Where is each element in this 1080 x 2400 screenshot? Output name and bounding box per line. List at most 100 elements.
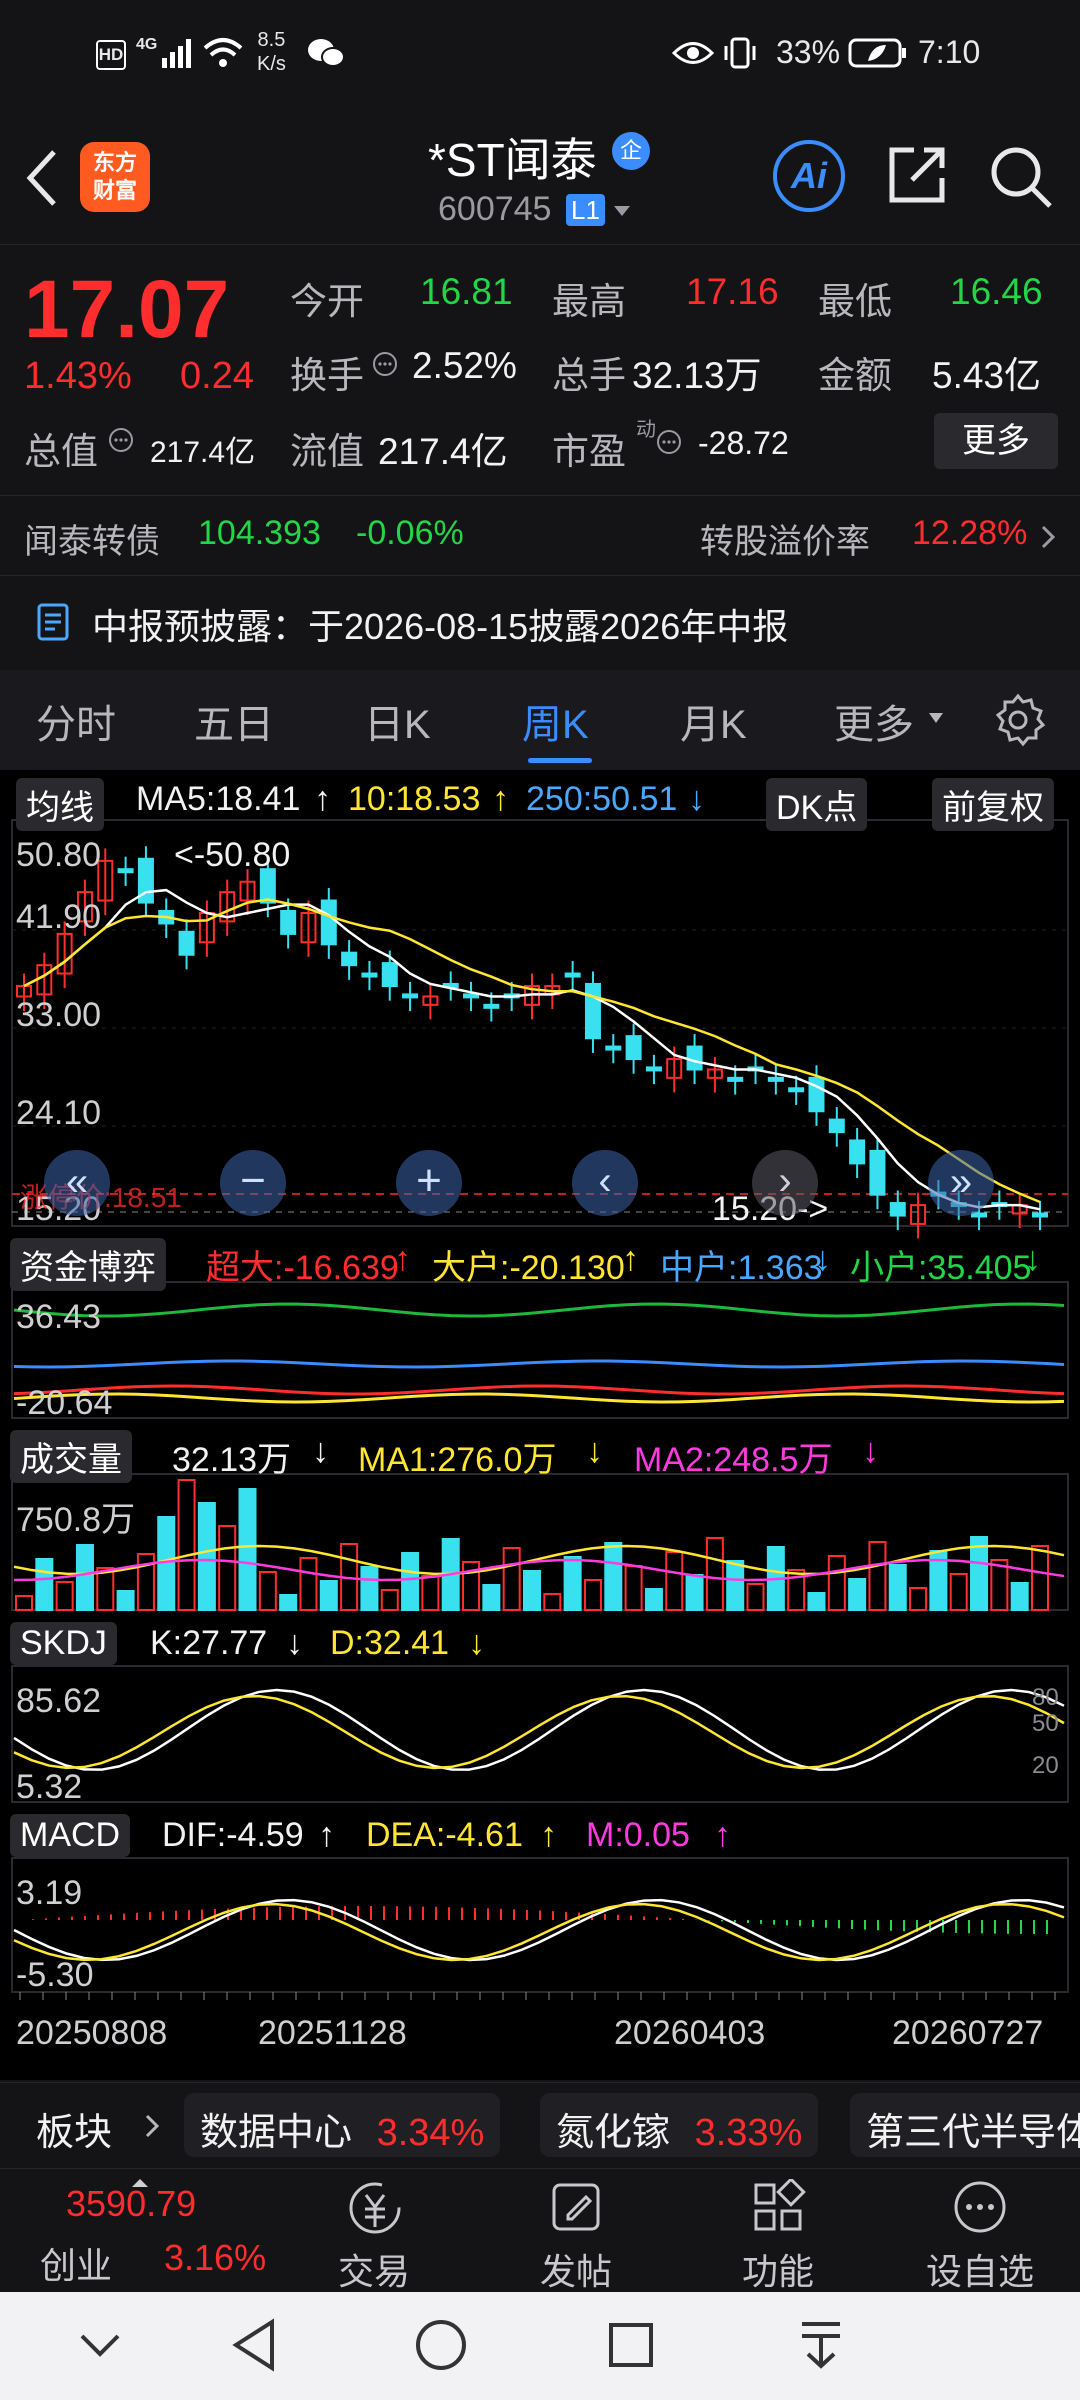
tab-more[interactable]: 更多 xyxy=(834,692,914,750)
notice-banner[interactable]: 中报预披露：于2026-08-15披露2026年中报 xyxy=(0,575,1080,667)
pe-value: -28.72 xyxy=(698,425,789,461)
stock-title[interactable]: *ST闻泰 xyxy=(428,124,597,190)
ai-button[interactable]: Ai xyxy=(773,140,845,212)
ma-selector[interactable]: 均线 xyxy=(16,778,104,831)
gear-icon[interactable] xyxy=(990,692,1046,748)
sector-item-pct: 3.34% xyxy=(376,2112,485,2154)
add-watchlist-button[interactable]: 设自选 xyxy=(880,2169,1080,2293)
ma10-line xyxy=(23,898,1041,1204)
more-button[interactable]: 更多 xyxy=(934,413,1058,469)
scroll-left-fast-button[interactable]: « xyxy=(44,1150,110,1216)
tab-five-day[interactable]: 五日 xyxy=(194,692,274,750)
date-label: 20251128 xyxy=(258,2014,407,2052)
date-label: 20260403 xyxy=(614,2014,766,2052)
info-icon[interactable] xyxy=(108,427,134,453)
macd-m-label: M:0.05 xyxy=(586,1816,690,1854)
skdj-k-label: K:27.77 xyxy=(150,1624,268,1662)
panel-frame xyxy=(11,819,1069,1227)
yuan-circle-icon xyxy=(349,2182,401,2234)
scroll-right-button[interactable]: › xyxy=(752,1150,818,1216)
total-mv-label: 总值 xyxy=(24,431,98,472)
macd-dif-line xyxy=(13,1898,1065,1962)
index-value[interactable]: 3590.79 xyxy=(66,2183,196,2225)
notice-text: 中报预披露：于2026-08-15披露2026年中报 xyxy=(92,606,789,647)
ma5-up-arrow: ↑ xyxy=(314,780,331,818)
skdj-level-label: 20 xyxy=(1032,1752,1059,1779)
volume-label: 32.13万 xyxy=(172,1441,292,1479)
adjust-button[interactable]: 前复权 xyxy=(932,778,1054,831)
bond-price: 104.393 xyxy=(198,514,321,552)
bond-name: 闻泰转债 xyxy=(24,523,160,561)
large-label: 大户:-20.130 xyxy=(432,1249,625,1287)
zoom-in-button[interactable]: + xyxy=(396,1150,462,1216)
tab-weekly[interactable]: 周K xyxy=(522,692,589,750)
post-button[interactable]: 发帖 xyxy=(476,2169,676,2293)
volume-bar xyxy=(482,1584,501,1611)
panel-frame xyxy=(11,1665,1069,1803)
fund-flow-selector[interactable]: 资金博弈 xyxy=(10,1238,166,1291)
system-nav-bar xyxy=(0,2292,1080,2400)
chevron-down-icon[interactable] xyxy=(612,204,632,218)
tab-monthly[interactable]: 月K xyxy=(680,692,747,750)
home-circle-icon[interactable] xyxy=(414,2318,468,2372)
ma5-line xyxy=(23,888,1041,1211)
index-pct[interactable]: 3.16% xyxy=(164,2237,266,2279)
sector-bar: 板块 数据中心 3.34% 氮化镓 3.33% 第三代半导体 xyxy=(0,2082,1080,2168)
sector-label[interactable]: 板块 xyxy=(36,2101,112,2156)
back-triangle-icon[interactable] xyxy=(230,2318,278,2372)
volume-bar xyxy=(258,1571,277,1611)
back-icon[interactable] xyxy=(22,148,62,208)
candle-body xyxy=(483,1003,500,1009)
function-button[interactable]: 功能 xyxy=(678,2169,878,2293)
premium-value: 12.28% xyxy=(912,514,1028,552)
volume-bar xyxy=(827,1555,846,1611)
fund-axis-label: -20.64 xyxy=(16,1384,113,1422)
brand-logo[interactable]: 东方 财富 xyxy=(80,142,150,212)
recents-square-icon[interactable] xyxy=(606,2320,656,2370)
level-badge[interactable]: L1 xyxy=(566,194,605,226)
scroll-left-button[interactable]: ‹ xyxy=(572,1150,638,1216)
volume-bar xyxy=(583,1579,602,1611)
scroll-right-fast-button[interactable]: » xyxy=(928,1150,994,1216)
trade-button[interactable]: 交易 xyxy=(274,2169,474,2293)
macd-dif-label: DIF:-4.59 xyxy=(162,1816,304,1854)
candle-body xyxy=(381,962,398,988)
fund-small-line xyxy=(13,1302,1065,1318)
collapse-icon[interactable] xyxy=(78,2326,122,2366)
edit-icon xyxy=(552,2183,600,2231)
sector-item[interactable]: 氮化镓 3.33% xyxy=(540,2093,819,2157)
search-icon[interactable] xyxy=(986,142,1056,212)
convertible-bond-row[interactable]: 闻泰转债 104.393 -0.06% 转股溢价率 12.28% xyxy=(0,495,1080,575)
chevron-down-icon[interactable] xyxy=(928,712,944,724)
volume-bar xyxy=(604,1542,623,1611)
info-icon[interactable] xyxy=(372,351,398,377)
skdj-selector[interactable]: SKDJ xyxy=(10,1622,117,1665)
candle-body xyxy=(402,993,419,999)
price-axis-label: 24.10 xyxy=(16,1094,102,1132)
volume-bar xyxy=(888,1564,907,1611)
ma10-label: 10:18.53 xyxy=(348,780,481,818)
turnover-value: 2.52% xyxy=(412,345,517,386)
kline-chart-svg[interactable] xyxy=(0,770,1080,2080)
download-icon[interactable] xyxy=(796,2318,846,2372)
tab-daily[interactable]: 日K xyxy=(364,692,431,750)
wifi-icon xyxy=(203,38,243,67)
eye-icon xyxy=(672,42,714,64)
volume-selector[interactable]: 成交量 xyxy=(10,1430,132,1483)
tab-intraday[interactable]: 分时 xyxy=(36,692,116,750)
volume-bar xyxy=(299,1557,318,1611)
macd-selector[interactable]: MACD xyxy=(10,1814,131,1857)
info-icon[interactable] xyxy=(656,429,682,455)
vol-ma1-arrow: ↓ xyxy=(586,1432,603,1470)
skdj-axis-label: 85.62 xyxy=(16,1682,102,1720)
dk-button[interactable]: DK点 xyxy=(766,778,868,831)
volume-bar xyxy=(116,1590,135,1611)
index-name[interactable]: 创业 xyxy=(40,2237,112,2289)
zoom-out-button[interactable]: − xyxy=(220,1150,286,1216)
volume-bar xyxy=(360,1566,379,1611)
kline-chart-area[interactable]: 均线 MA5:18.41 ↑ 10:18.53 ↑ 250:50.51 ↓ DK… xyxy=(0,770,1080,2080)
sector-item[interactable]: 数据中心 3.34% xyxy=(184,2093,501,2157)
share-icon[interactable] xyxy=(884,142,950,208)
sector-item[interactable]: 第三代半导体 xyxy=(850,2093,1080,2157)
candle-body xyxy=(889,1202,906,1217)
